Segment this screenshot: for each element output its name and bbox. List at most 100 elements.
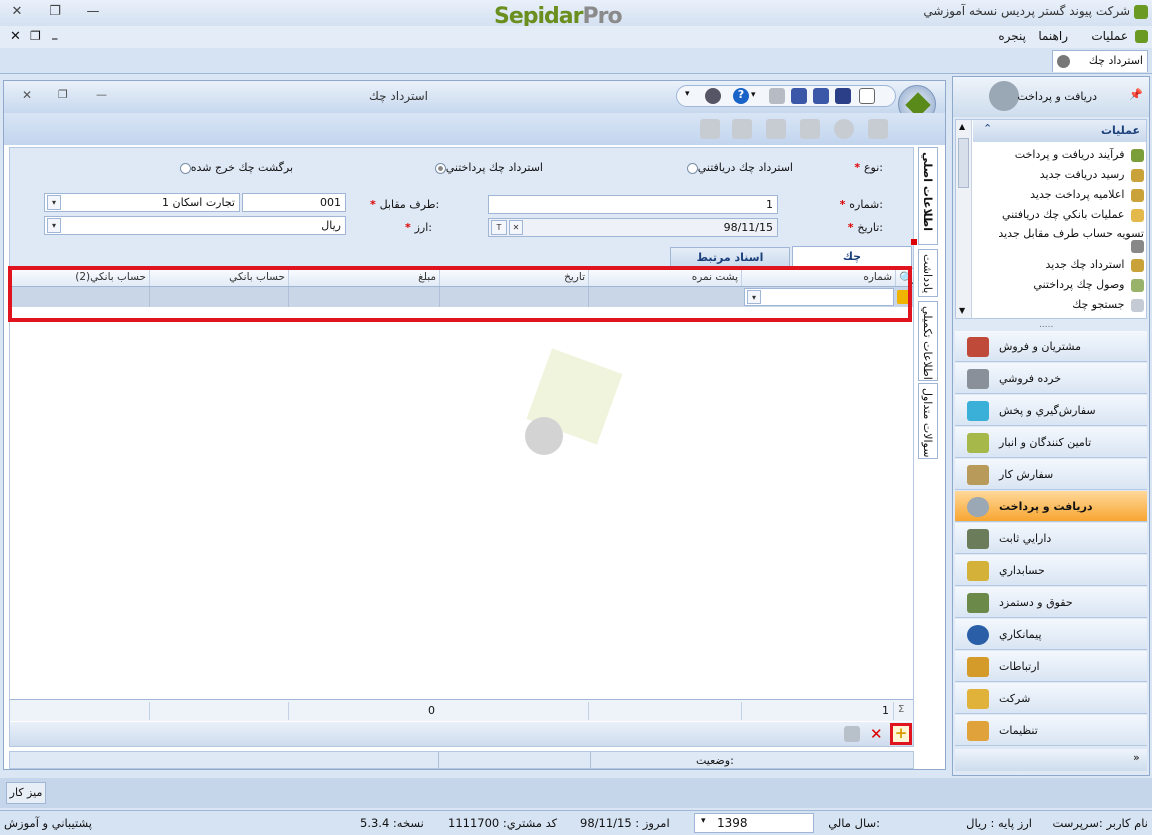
nav-module-company[interactable]: شركت (955, 683, 1147, 714)
op-search-check[interactable]: جستجو چك (994, 298, 1144, 312)
splitter-grip[interactable]: ..... (1039, 320, 1053, 330)
op-new-check-return[interactable]: استرداد چك جديد (994, 258, 1144, 272)
party-name-input[interactable]: تجارت اسكان 1 ▾ (44, 193, 240, 212)
collapse-icon[interactable]: ⌃ (983, 122, 992, 135)
clear-date-icon[interactable]: ✕ (509, 220, 523, 235)
new-icon[interactable] (868, 119, 888, 139)
window-restore-button[interactable]: ❐ (58, 88, 68, 101)
radio-payable-return[interactable]: استرداد چك پرداختني (432, 161, 543, 174)
minimize-child-button[interactable]: _ (52, 27, 58, 40)
radio-receivable-label: استرداد چك دريافتني (697, 161, 793, 174)
op-bank-receivable-checks[interactable]: عمليات بانكي چك دريافتني (994, 208, 1144, 222)
nav-module-contracting[interactable]: پيمانكاري (955, 619, 1147, 650)
help-icon[interactable]: ? (733, 88, 749, 104)
status-support[interactable]: پشتيباني و آموزش (4, 816, 92, 830)
menu-operations[interactable]: عمليات (1091, 29, 1128, 43)
add-row-button[interactable]: + (890, 723, 912, 745)
previous-icon[interactable] (766, 119, 786, 139)
nav-module-receipts-payments[interactable]: دريافت و پرداخت (955, 491, 1147, 522)
nav-header: دريافت و پرداخت 📌 (953, 77, 1149, 117)
nav-module-communications[interactable]: ارتباطات (955, 651, 1147, 682)
op-new-payment-notice[interactable]: اعلاميه پرداخت جديد (994, 188, 1144, 202)
close-child-button[interactable]: ✕ (10, 29, 21, 44)
close-tab-icon[interactable] (1057, 55, 1070, 68)
operations-scrollbar[interactable]: ▲ ▼ (956, 120, 972, 318)
nav-module-retail[interactable]: خرده فروشي (955, 363, 1147, 394)
scroll-thumb[interactable] (958, 138, 969, 188)
nav-module-orders-distribution[interactable]: سفارش‌گيري و پخش (955, 395, 1147, 426)
date-input[interactable]: 98/11/15 T ✕ (488, 218, 778, 237)
vtab-notes[interactable]: يادداشت (918, 249, 938, 297)
status-base-currency: ارز پايه : ريال (966, 816, 1032, 830)
window-close-button[interactable]: ✕ (22, 88, 32, 102)
tools-icon[interactable] (705, 88, 721, 104)
radio-receivable-return[interactable]: استرداد چك دريافتني (684, 161, 793, 174)
currency-dropdown-button[interactable]: ▾ (47, 218, 61, 233)
pin-icon[interactable]: 📌 (1129, 88, 1143, 101)
number-input[interactable]: 1 (488, 195, 778, 214)
vtab-extra-info[interactable]: اطلاعات تكميلي (918, 301, 938, 381)
op-payment-process[interactable]: فرآيند دريافت و پرداخت (994, 148, 1144, 162)
vtab-main-info[interactable]: اطلاعات اصلي (918, 147, 938, 245)
nav-module-suppliers-warehouse[interactable]: تامين كنندگان و انبار (955, 427, 1147, 458)
restore-app-button[interactable]: ❐ (44, 2, 66, 22)
op-new-receipt[interactable]: رسيد دريافت جديد (994, 168, 1144, 182)
copy-icon[interactable] (732, 119, 752, 139)
nav-expand-icon[interactable]: » (1133, 751, 1140, 764)
announce-icon[interactable] (844, 726, 860, 742)
delete-row-button[interactable]: ✕ (870, 725, 883, 743)
document-tab[interactable]: استرداد چك (1052, 50, 1148, 72)
app-icon (1134, 5, 1148, 19)
op-collect-payable-check[interactable]: وصول چك پرداختني (994, 278, 1144, 292)
op-new-settlement[interactable]: تسويه حساب طرف مقابل جديد (984, 228, 1144, 253)
menu-window[interactable]: پنجره (998, 29, 1026, 43)
nav-module-settings[interactable]: تنظيمات (955, 715, 1147, 746)
sum-icon: Σ (893, 702, 913, 720)
app-title: شرکت پیوند گستر پردیس نسخه آموزشي (923, 4, 1130, 18)
print-icon[interactable] (769, 88, 785, 104)
nav-module-fixed-assets[interactable]: دارايي ثابت (955, 523, 1147, 554)
nav-module-customers-sales[interactable]: مشتريان و فروش (955, 331, 1147, 362)
fiscal-year-value: 1398 (717, 816, 748, 830)
tab-related-documents[interactable]: اسناد مرتبط (670, 247, 790, 268)
minimize-app-button[interactable]: — (82, 2, 104, 22)
calendar-icon[interactable]: T (491, 220, 507, 235)
scroll-down-icon[interactable]: ▼ (959, 306, 965, 315)
desk-button[interactable]: ميز كار (6, 782, 46, 804)
party-dropdown-button[interactable]: ▾ (47, 195, 61, 210)
menu-help[interactable]: راهنما (1038, 29, 1068, 43)
save-new-icon[interactable] (813, 88, 829, 104)
document-tab-label: استرداد چك (1088, 54, 1143, 67)
help-dropdown-icon[interactable]: ▾ (751, 90, 756, 100)
party-name-value: تجارت اسكان 1 (162, 196, 235, 209)
scroll-up-icon[interactable]: ▲ (959, 122, 965, 131)
nav-module-work-orders[interactable]: سفارش كار (955, 459, 1147, 490)
next-icon[interactable] (800, 119, 820, 139)
party-code-input[interactable]: 001 (242, 193, 346, 212)
save-close-icon[interactable] (835, 88, 851, 104)
nav-footer: » (955, 749, 1147, 771)
status-today: امروز : 98/11/15 (580, 816, 670, 830)
delete-icon[interactable] (834, 119, 854, 139)
fiscal-year-dropdown-icon[interactable]: ▾ (701, 816, 706, 826)
nav-module-payroll[interactable]: حقوق و دستمزد (955, 587, 1147, 618)
total-count: 1 (741, 702, 893, 720)
operations-list: ▲ ▼ عمليات ⌃ فرآيند دريافت و پرداخت رسيد… (955, 119, 1147, 319)
nav-module-accounting[interactable]: حسابداري (955, 555, 1147, 586)
contracting-icon (967, 625, 989, 645)
new-document-icon[interactable] (859, 88, 875, 104)
toolbar-dropdown-icon[interactable]: ▾ (685, 89, 690, 99)
status-user: نام كاربر :سرپرست (1052, 816, 1148, 830)
vtab-faq[interactable]: سوالات متداول (918, 383, 938, 459)
window-minimize-button[interactable]: — (96, 88, 107, 101)
close-app-button[interactable]: ✕ (6, 2, 28, 22)
currency-select[interactable]: ريال ▾ (44, 216, 346, 235)
save-icon[interactable] (791, 88, 807, 104)
radio-spent-check-return[interactable]: برگشت چك خرج شده (177, 161, 293, 174)
restore-child-button[interactable]: ❐ (30, 29, 41, 43)
attach-icon[interactable] (700, 119, 720, 139)
quick-toolbar: ▾ ? ▾ (676, 85, 896, 107)
fiscal-year-select[interactable]: ▾ 1398 (694, 813, 814, 833)
tab-check[interactable]: چك (792, 246, 912, 268)
settings-icon (967, 721, 989, 741)
